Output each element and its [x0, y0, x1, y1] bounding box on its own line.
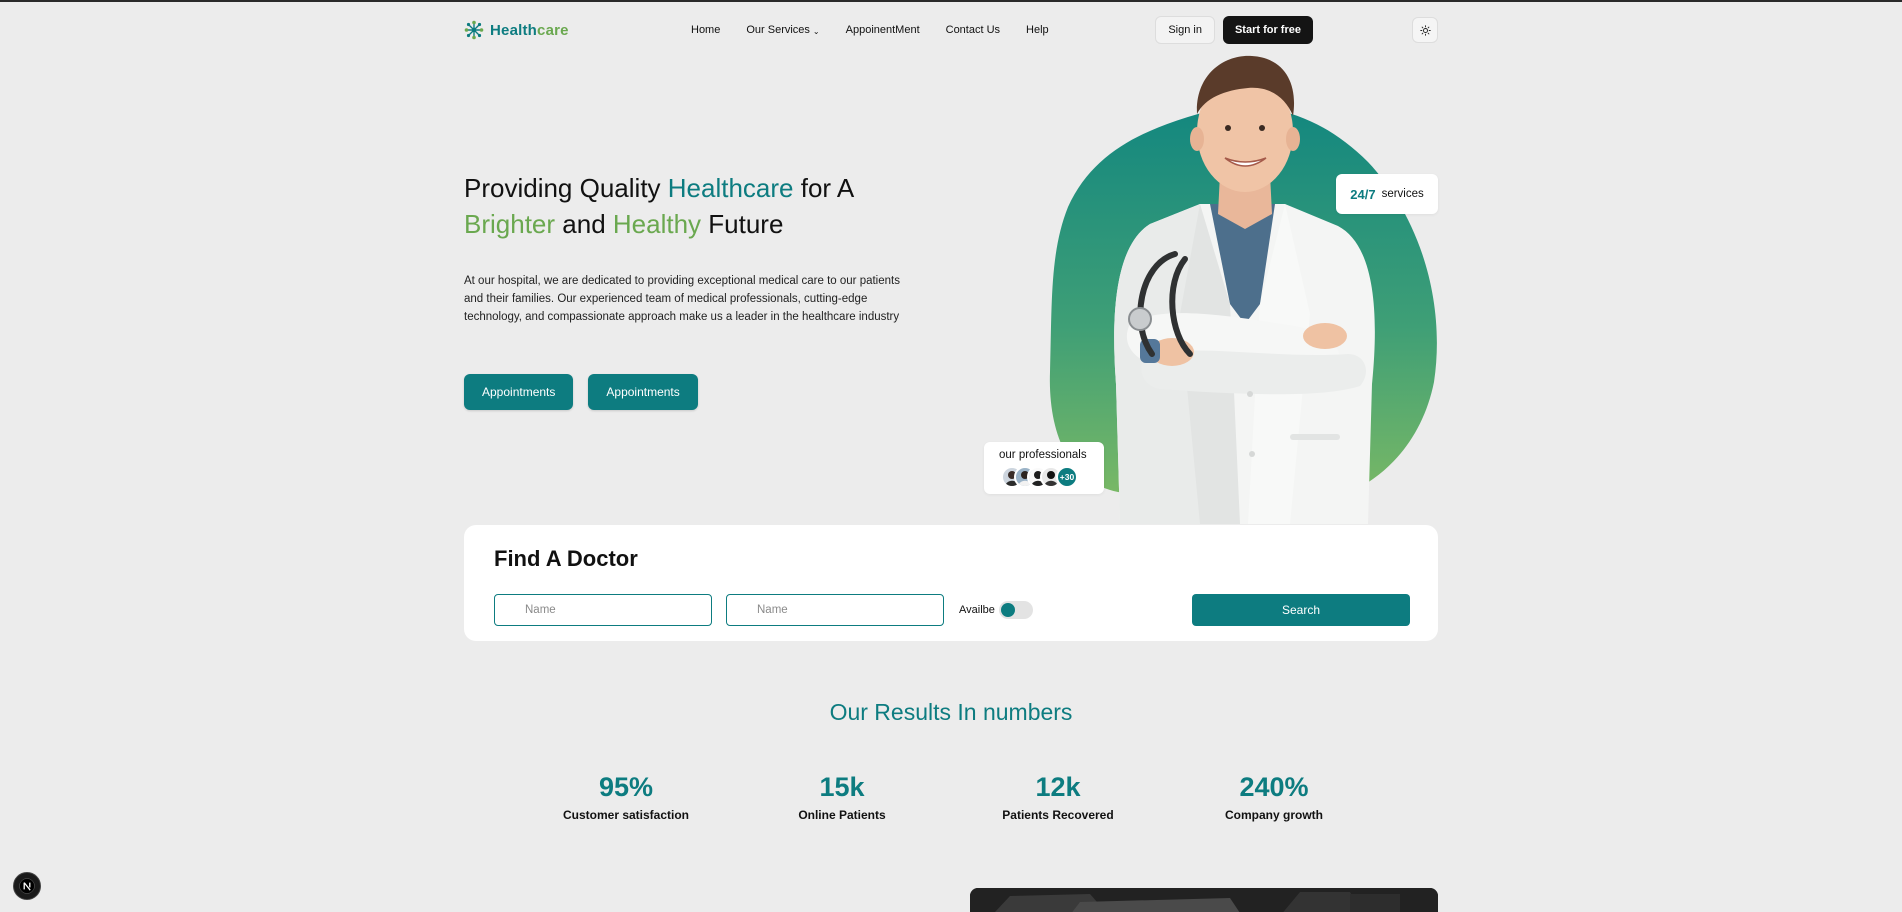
hero-title-part1: Providing Quality — [464, 173, 668, 203]
start-free-button[interactable]: Start for free — [1222, 16, 1313, 44]
stat-value: 95% — [598, 772, 654, 802]
next-logo-icon — [19, 878, 35, 894]
hero-title-part4: Brighter — [464, 209, 556, 239]
available-label: Availbe — [959, 604, 995, 616]
professionals-avatars: +30 — [1001, 466, 1078, 488]
hero-buttons: Appointments Appointments — [464, 374, 698, 410]
brand-name: Healthcare — [490, 22, 569, 39]
nav-link-home[interactable]: Home — [691, 24, 720, 36]
hero-title-part3: for A — [793, 173, 855, 203]
professionals-badge: our professionals +30 — [984, 442, 1104, 494]
doctor-specialty-input[interactable] — [726, 594, 944, 626]
stat-item: 15k Online Patients — [734, 770, 950, 822]
search-button[interactable]: Search — [1192, 594, 1410, 626]
nav-link-appointment[interactable]: AppoinentMent — [846, 24, 920, 36]
more-professionals-count: +30 — [1056, 466, 1078, 488]
hero-title-part5: and — [555, 209, 613, 239]
toggle-knob — [1001, 603, 1015, 617]
chevron-down-icon: ⌄ — [812, 26, 820, 36]
stat-value: 240% — [1239, 772, 1309, 802]
brand-name-part2: care — [537, 21, 569, 39]
nav-actions: Sign in Start for free — [1155, 16, 1438, 44]
doctor-image — [1114, 55, 1375, 524]
stat-label: Company growth — [1225, 808, 1323, 822]
hero-title-part6: Healthy — [612, 209, 702, 239]
theme-toggle-button[interactable] — [1412, 17, 1438, 43]
stats-row: 95% Customer satisfaction 15k Online Pat… — [518, 770, 1382, 822]
stat-label: Online Patients — [798, 808, 886, 822]
stat-label: Customer satisfaction — [562, 808, 690, 822]
stat-item: 240% Company growth — [1166, 770, 1382, 822]
stat-value: 15k — [819, 772, 865, 802]
stat-value: 12k — [1035, 772, 1081, 802]
hero-title-part2: Healthcare — [667, 173, 794, 203]
logo-tree-icon — [464, 20, 484, 40]
appointments-button-secondary[interactable]: Appointments — [588, 374, 698, 410]
services-badge-text: services — [1381, 188, 1424, 200]
dev-tools-button[interactable] — [13, 872, 41, 900]
find-doctor-panel: Find A Doctor Availbe Search — [464, 525, 1438, 641]
top-nav: Healthcare Home Our Services ⌄ AppoinentM… — [464, 16, 1438, 44]
nav-link-contact[interactable]: Contact Us — [946, 24, 1000, 36]
appointments-button-primary[interactable]: Appointments — [464, 374, 574, 410]
hero-title: Providing Quality Healthcare for A Bright… — [464, 170, 934, 242]
doctor-name-input[interactable] — [494, 594, 712, 626]
stat-item: 12k Patients Recovered — [950, 770, 1166, 822]
available-toggle[interactable] — [999, 601, 1033, 619]
hero-title-part7: Future — [701, 209, 784, 239]
stat-label: Patients Recovered — [1002, 808, 1114, 822]
professionals-label: our professionals — [999, 449, 1087, 461]
nav-links: Home Our Services ⌄ AppoinentMent Contact… — [691, 24, 1049, 36]
find-doctor-title: Find A Doctor — [494, 546, 638, 571]
sign-in-button[interactable]: Sign in — [1155, 16, 1215, 44]
brand-logo[interactable]: Healthcare — [464, 20, 654, 40]
nav-link-help[interactable]: Help — [1026, 24, 1049, 36]
nav-link-services[interactable]: Our Services ⌄ — [746, 24, 819, 36]
sun-icon — [1419, 24, 1431, 36]
brand-name-part1: Health — [490, 21, 538, 39]
hero-description: At our hospital, we are dedicated to pro… — [464, 275, 900, 323]
results-title: Our Results In numbers — [829, 699, 1073, 725]
nav-link-services-label: Our Services — [746, 24, 810, 36]
services-badge: 24/7 services — [1336, 174, 1438, 214]
services-badge-number: 24/7 — [1350, 186, 1376, 202]
stat-item: 95% Customer satisfaction — [518, 770, 734, 822]
section-image — [970, 888, 1438, 912]
